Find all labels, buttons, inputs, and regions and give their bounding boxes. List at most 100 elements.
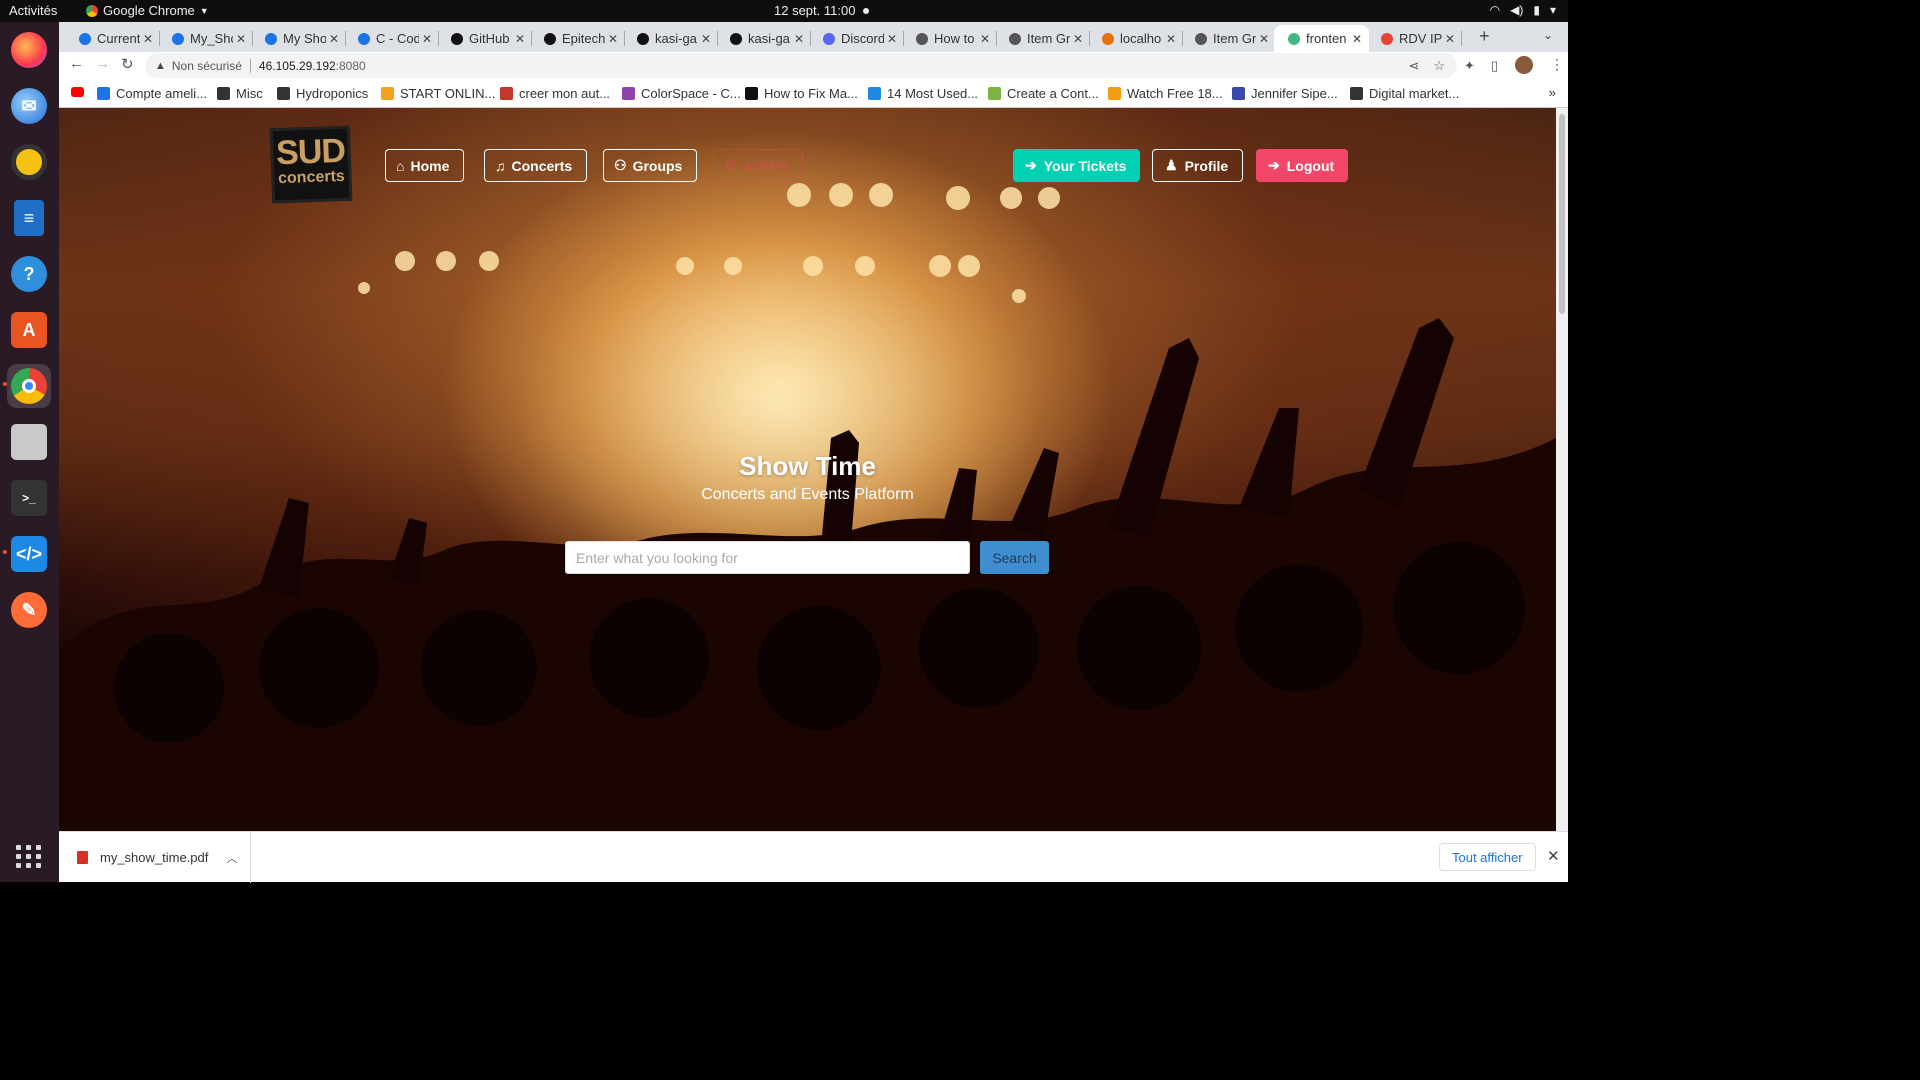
dock-writer[interactable]: ≡	[7, 196, 51, 240]
dock-vscode[interactable]: </>	[7, 532, 51, 576]
side-panel-icon[interactable]: ▯	[1491, 58, 1498, 74]
forward-icon[interactable]: →	[95, 55, 110, 72]
warning-icon[interactable]: ▲	[155, 60, 166, 72]
tab-close-icon[interactable]: ✕	[1442, 32, 1458, 46]
tab-close-icon[interactable]: ✕	[791, 32, 807, 46]
chevron-up-icon[interactable]: ︿	[226, 850, 237, 866]
dock-help[interactable]: ?	[7, 252, 51, 296]
bookmark-item[interactable]: Hydroponics	[277, 86, 368, 101]
share-icon[interactable]: ⋖	[1408, 58, 1419, 74]
writer-icon: ≡	[14, 200, 44, 236]
bookmark-favicon-icon	[1108, 87, 1121, 100]
app-menu[interactable]: Google Chrome ▼	[86, 3, 209, 18]
tab-close-icon[interactable]: ✕	[1070, 32, 1086, 46]
site-logo[interactable]: SUD concerts	[269, 125, 353, 204]
tab-close-icon[interactable]: ✕	[605, 32, 621, 46]
browser-tab[interactable]: Epitech ✕	[530, 25, 625, 52]
browser-tab[interactable]: Current ✕	[65, 25, 160, 52]
scrollbar-thumb[interactable]	[1559, 114, 1565, 314]
tab-close-icon[interactable]: ✕	[512, 32, 528, 46]
browser-tab[interactable]: kasi-ga ✕	[716, 25, 811, 52]
dock-postman[interactable]: ✎	[7, 588, 51, 632]
browser-tab[interactable]: Item Gr ✕	[1181, 25, 1276, 52]
nav-groups[interactable]: ⚇ Groups	[603, 149, 698, 182]
tab-search-icon[interactable]: ⌄	[1543, 28, 1553, 42]
download-filename: my_show_time.pdf	[100, 850, 209, 865]
tab-favicon-icon	[1288, 32, 1300, 45]
show-apps-icon[interactable]	[16, 845, 42, 868]
sign-in-icon: ➔	[1025, 157, 1037, 173]
tab-close-icon[interactable]: ✕	[1349, 32, 1365, 46]
browser-tab[interactable]: fronten ✕	[1274, 25, 1369, 52]
page-scrollbar[interactable]	[1556, 108, 1568, 831]
system-tray[interactable]: ◠ ◀) ▮ ▾	[1490, 3, 1556, 17]
tab-close-icon[interactable]: ✕	[1256, 32, 1272, 46]
youtube-icon[interactable]	[71, 87, 84, 97]
browser-tab[interactable]: Item Gr ✕	[995, 25, 1090, 52]
dock-files[interactable]	[7, 420, 51, 464]
bookmark-item[interactable]: 14 Most Used...	[868, 86, 978, 101]
menu-icon[interactable]: ⋮	[1550, 56, 1564, 73]
tab-close-icon[interactable]: ✕	[977, 32, 993, 46]
new-tab-button[interactable]: +	[1479, 26, 1490, 47]
bookmark-item[interactable]: START ONLIN...	[381, 86, 495, 101]
browser-tab[interactable]: localho ✕	[1088, 25, 1183, 52]
bookmark-item[interactable]: Misc	[217, 86, 263, 101]
browser-tab[interactable]: RDV IP ✕	[1367, 25, 1462, 52]
bookmark-item[interactable]: Compte ameli...	[97, 86, 207, 101]
address-bar[interactable]: ▲ Non sécurisé 46.105.29.192:8080 ⋖ ☆	[145, 53, 1457, 78]
logout-button[interactable]: ➔ Logout	[1256, 149, 1349, 182]
tab-favicon-icon	[544, 32, 556, 45]
your-tickets-button[interactable]: ➔ Your Tickets	[1013, 149, 1141, 182]
download-bar: my_show_time.pdf ︿ Tout afficher ✕	[59, 831, 1568, 883]
browser-tab[interactable]: My Sho ✕	[251, 25, 346, 52]
hero-title: Show Time	[739, 451, 876, 481]
bookmark-item[interactable]: Jennifer Sipe...	[1232, 86, 1338, 101]
activities-button[interactable]: Activités	[9, 3, 57, 18]
nav-concerts[interactable]: ♫ Concerts	[484, 149, 588, 182]
dock-chrome[interactable]	[7, 364, 51, 408]
tab-close-icon[interactable]: ✕	[884, 32, 900, 46]
download-item[interactable]: my_show_time.pdf ︿	[59, 832, 251, 883]
tab-close-icon[interactable]: ✕	[140, 32, 156, 46]
dock-rhythmbox[interactable]	[7, 140, 51, 184]
bookmark-item[interactable]: Digital market...	[1350, 86, 1459, 101]
bookmark-label: Create a Cont...	[1007, 86, 1099, 101]
profile-button[interactable]: ♟ Profile	[1152, 149, 1244, 182]
browser-tab[interactable]: C - Code✕	[344, 25, 439, 52]
bookmark-item[interactable]: ColorSpace - C...	[622, 86, 741, 101]
browser-tab[interactable]: How to ✕	[902, 25, 997, 52]
nav-home[interactable]: ⌂ Home	[385, 149, 465, 182]
clock[interactable]: 12 sept. 11:00	[774, 3, 855, 18]
browser-tab[interactable]: kasi-ga ✕	[623, 25, 718, 52]
bookmark-item[interactable]: Watch Free 18...	[1108, 86, 1223, 101]
tab-close-icon[interactable]: ✕	[1163, 32, 1179, 46]
dock-software[interactable]: A	[7, 308, 51, 352]
browser-tab[interactable]: GitHub ✕	[437, 25, 532, 52]
bookmark-item[interactable]: Create a Cont...	[988, 86, 1099, 101]
reload-icon[interactable]: ↻	[121, 55, 134, 73]
dock-thunderbird[interactable]: ✉	[7, 84, 51, 128]
show-all-downloads-button[interactable]: Tout afficher	[1439, 843, 1536, 871]
back-icon[interactable]: ←	[69, 55, 84, 72]
tab-close-icon[interactable]: ✕	[233, 32, 249, 46]
tab-favicon-icon	[1195, 32, 1207, 45]
extensions-icon[interactable]: ✦	[1464, 58, 1475, 74]
tab-close-icon[interactable]: ✕	[419, 32, 435, 46]
tab-close-icon[interactable]: ✕	[326, 32, 342, 46]
search-input[interactable]	[565, 541, 970, 574]
bookmark-favicon-icon	[1232, 87, 1245, 100]
tab-close-icon[interactable]: ✕	[698, 32, 714, 46]
profile-avatar[interactable]	[1515, 56, 1533, 74]
close-icon[interactable]: ✕	[1547, 847, 1560, 865]
nav-admin[interactable]: ⚙ ADMIN	[713, 149, 804, 182]
bookmark-star-icon[interactable]: ☆	[1433, 58, 1445, 74]
bookmark-item[interactable]: creer mon aut...	[500, 86, 610, 101]
browser-tab[interactable]: My_Sho ✕	[158, 25, 253, 52]
bookmarks-overflow-icon[interactable]: »	[1549, 85, 1556, 100]
browser-tab[interactable]: Discord ✕	[809, 25, 904, 52]
search-button[interactable]: Search	[980, 541, 1049, 574]
dock-terminal[interactable]: >_	[7, 476, 51, 520]
dock-firefox[interactable]	[7, 28, 51, 72]
bookmark-item[interactable]: How to Fix Ma...	[745, 86, 858, 101]
